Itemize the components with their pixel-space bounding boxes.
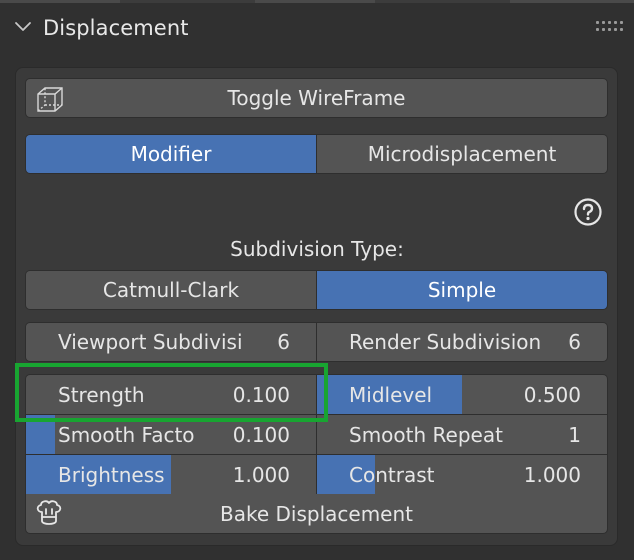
smooth-factor-field[interactable]: Smooth Facto 0.100 <box>26 415 316 454</box>
panel-header[interactable]: Displacement <box>0 4 634 50</box>
top-divider <box>0 0 634 3</box>
subdivision-type-selector: Catmull-Clark Simple <box>25 270 608 310</box>
smooth-factor-slider-fill <box>26 415 55 454</box>
displacement-params: Strength 0.100 Midlevel 0.500 Smooth Fac… <box>25 374 608 534</box>
option-simple[interactable]: Simple <box>316 271 607 309</box>
subdivision-levels: Viewport Subdivisi 6 Render Subdivision … <box>25 322 608 362</box>
bake-displacement-button[interactable]: Bake Displacement <box>26 494 607 533</box>
viewport-subdivision-field[interactable]: Viewport Subdivisi 6 <box>26 323 316 361</box>
panel-title: Displacement <box>43 16 189 40</box>
strength-field[interactable]: Strength 0.100 <box>26 375 316 414</box>
mode-tabs: Modifier Microdisplacement <box>25 134 608 174</box>
subdivision-type-label: Subdivision Type: <box>230 237 404 261</box>
midlevel-field[interactable]: Midlevel 0.500 <box>316 375 607 414</box>
toggle-wireframe-button[interactable]: Toggle WireFrame <box>25 78 608 118</box>
chevron-down-icon[interactable] <box>14 18 32 36</box>
render-subdivision-field[interactable]: Render Subdivision 6 <box>316 323 607 361</box>
smooth-repeat-field[interactable]: Smooth Repeat 1 <box>316 415 607 454</box>
tab-modifier[interactable]: Modifier <box>26 135 316 173</box>
help-icon[interactable] <box>573 197 603 227</box>
contrast-field[interactable]: Contrast 1.000 <box>316 455 607 494</box>
toggle-wireframe-label: Toggle WireFrame <box>227 86 406 110</box>
option-catmull-clark[interactable]: Catmull-Clark <box>26 271 316 309</box>
brightness-field[interactable]: Brightness 1.000 <box>26 455 316 494</box>
drag-handle-icon[interactable] <box>596 21 624 33</box>
tab-microdisplacement[interactable]: Microdisplacement <box>316 135 607 173</box>
